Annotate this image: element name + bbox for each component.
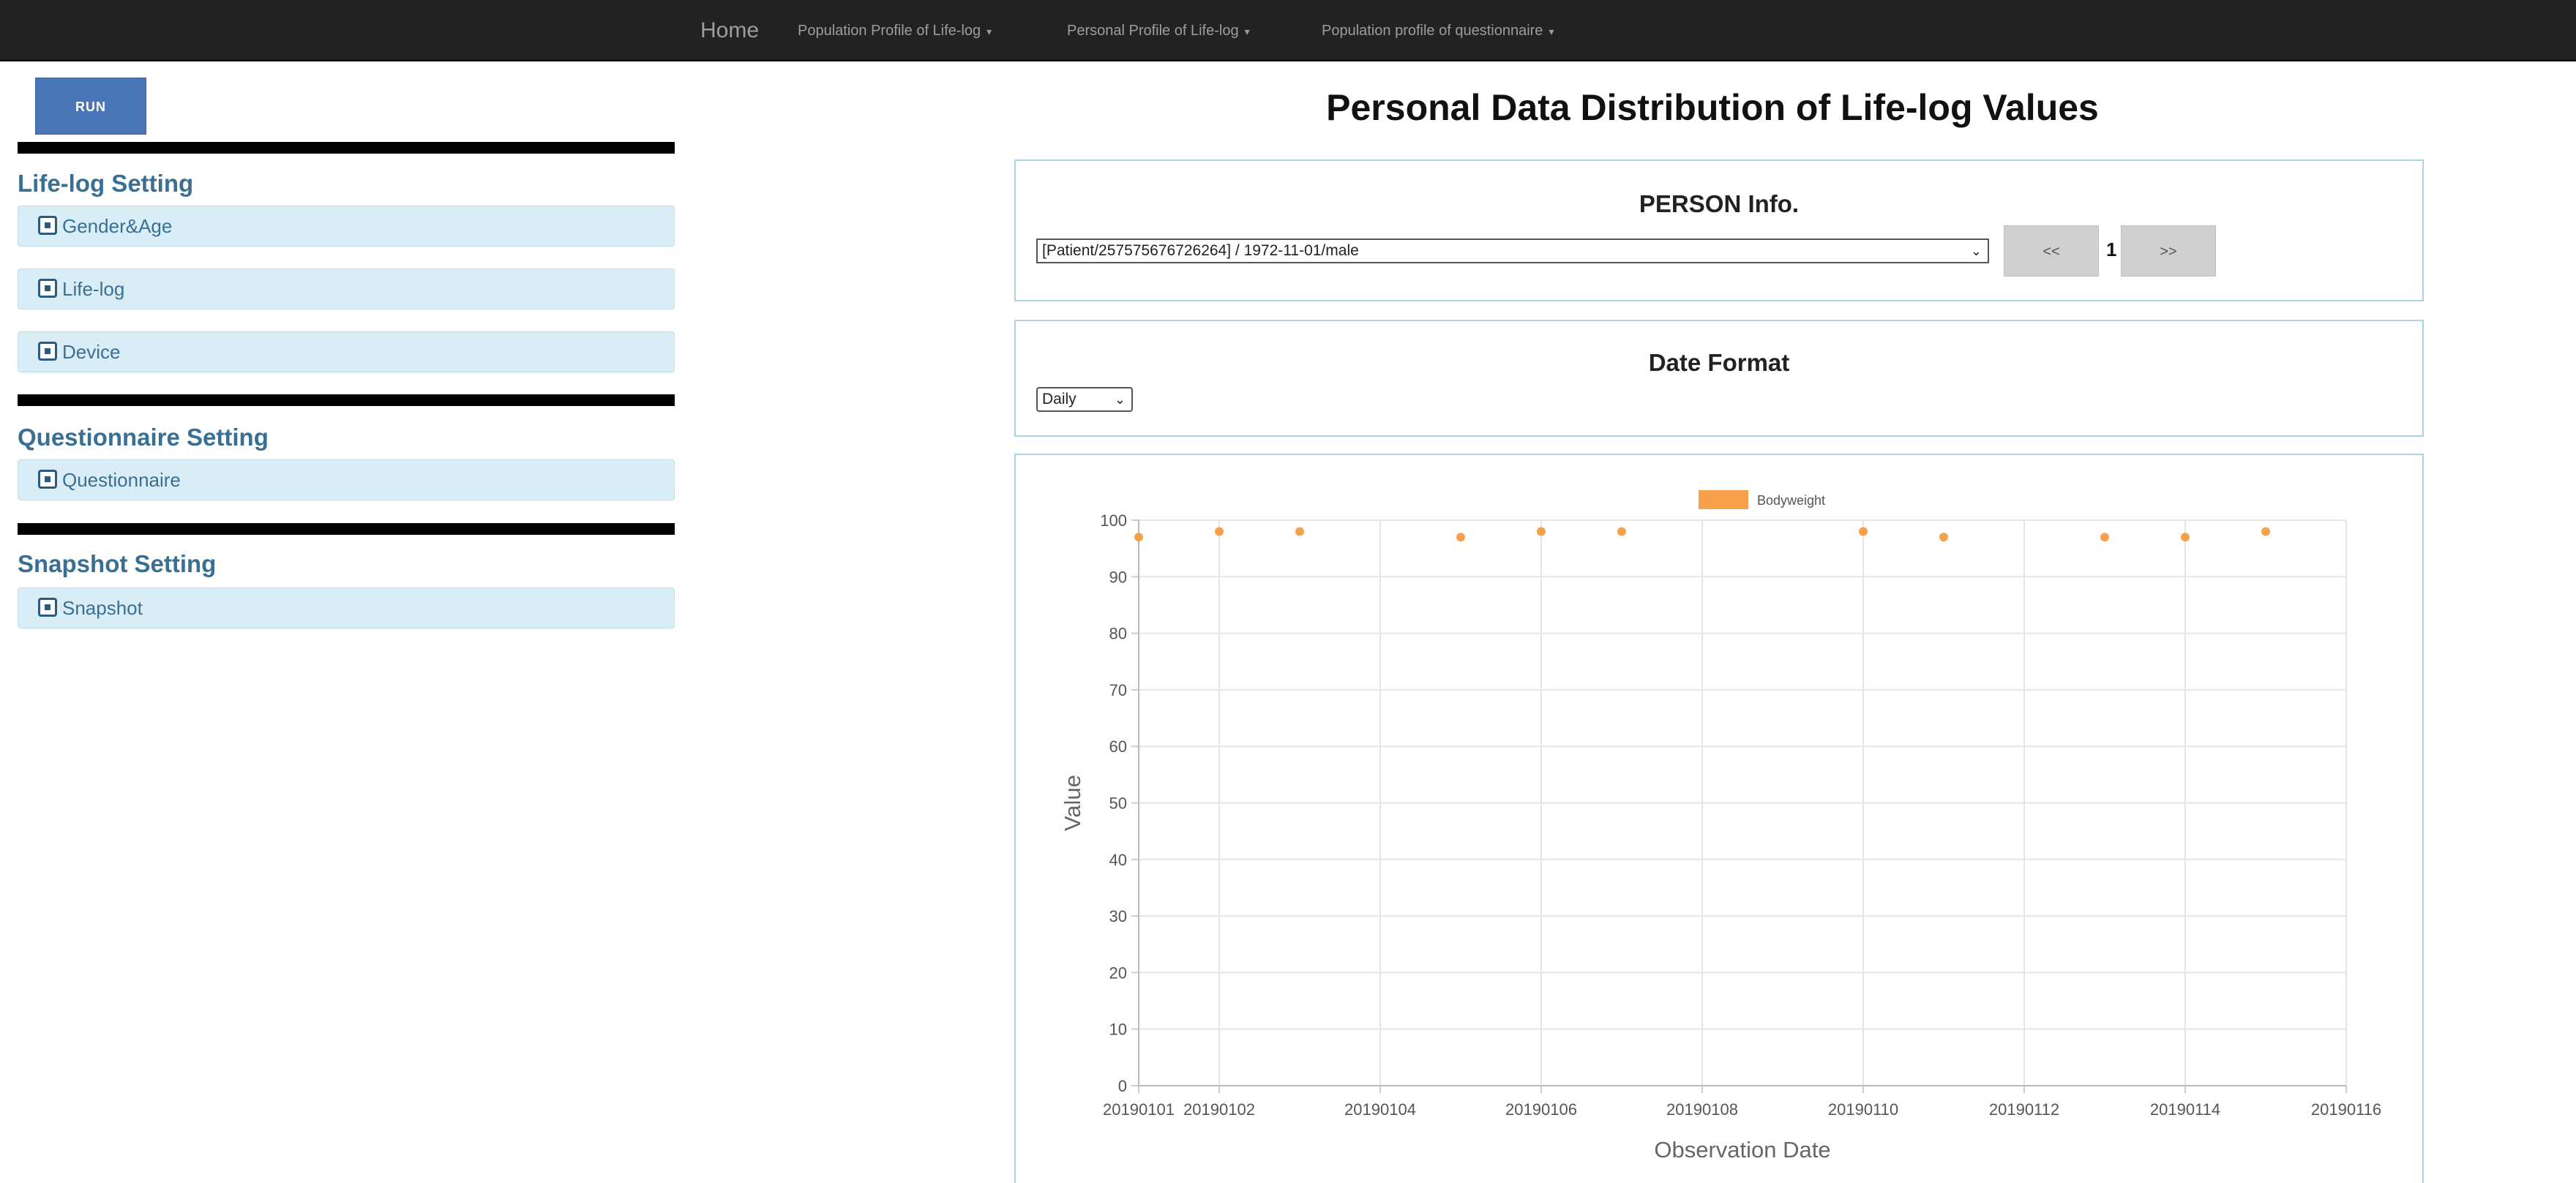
x-tick-label: 20190102 <box>1183 1100 1255 1119</box>
nav-personal-lifelog-label: Personal Profile of Life-log <box>1067 23 1239 39</box>
data-point <box>1295 527 1304 536</box>
run-button[interactable]: RUN <box>35 78 146 135</box>
accordion-questionnaire[interactable]: Questionnaire <box>18 459 675 500</box>
x-tick-label: 20190106 <box>1505 1100 1577 1119</box>
y-tick-label: 0 <box>1118 1077 1127 1095</box>
nav-population-questionnaire-label: Population profile of questionnaire <box>1322 23 1543 39</box>
page-title: Personal Data Distribution of Life-log V… <box>1326 87 2099 128</box>
data-point <box>2181 533 2190 542</box>
y-tick-label: 60 <box>1109 737 1127 756</box>
y-tick-label: 30 <box>1109 907 1127 925</box>
data-point <box>1939 533 1948 542</box>
x-tick-label: 20190110 <box>1828 1100 1898 1119</box>
expand-icon <box>38 342 57 361</box>
data-point <box>1456 533 1465 542</box>
nav-personal-lifelog-dropdown[interactable]: Personal Profile of Life-log ▾ <box>1067 15 1250 47</box>
data-point <box>1859 527 1868 536</box>
y-tick-label: 70 <box>1109 681 1127 699</box>
date-format-select[interactable]: Daily ⌄ <box>1036 387 1133 412</box>
prev-page-button[interactable]: << <box>2004 225 2099 277</box>
y-axis-title: Value <box>1060 775 1085 831</box>
accordion-label: Questionnaire <box>62 469 181 491</box>
x-tick-label: 20190108 <box>1666 1100 1738 1119</box>
section-divider <box>18 142 675 154</box>
expand-icon <box>38 598 57 617</box>
x-tick-label: 20190101 <box>1103 1100 1175 1119</box>
accordion-label: Life-log <box>62 278 125 300</box>
chevron-down-icon: ⌄ <box>1114 392 1126 407</box>
person-select-value: [Patient/257575676726264] / 1972-11-01/m… <box>1042 242 1359 259</box>
date-format-heading: Date Format <box>1648 349 1790 376</box>
data-point <box>1537 527 1546 536</box>
questionnaire-setting-title: Questionnaire Setting <box>18 424 269 451</box>
x-tick-label: 20190112 <box>1989 1100 2059 1119</box>
data-point <box>1134 533 1143 542</box>
expand-icon <box>38 470 57 489</box>
x-axis-title: Observation Date <box>1654 1137 1830 1163</box>
snapshot-setting-title: Snapshot Setting <box>18 550 217 577</box>
next-page-button[interactable]: >> <box>2121 225 2216 277</box>
y-tick-label: 50 <box>1109 795 1127 813</box>
x-tick-label: 20190104 <box>1344 1100 1416 1119</box>
caret-down-icon: ▾ <box>1549 25 1554 37</box>
top-navbar: Home Population Profile of Life-log ▾ Per… <box>0 0 2576 61</box>
nav-population-lifelog-dropdown[interactable]: Population Profile of Life-log ▾ <box>798 15 992 47</box>
person-select[interactable]: [Patient/257575676726264] / 1972-11-01/m… <box>1036 239 1989 263</box>
nav-population-lifelog-label: Population Profile of Life-log <box>798 23 981 39</box>
date-format-value: Daily <box>1042 391 1077 408</box>
accordion-lifelog[interactable]: Life-log <box>18 268 675 309</box>
lifelog-setting-title: Life-log Setting <box>18 170 194 197</box>
y-tick-label: 80 <box>1109 625 1127 643</box>
y-tick-label: 100 <box>1100 511 1127 530</box>
person-info-heading: PERSON Info. <box>1639 190 1800 217</box>
y-tick-label: 20 <box>1109 964 1127 982</box>
data-point <box>1215 527 1224 536</box>
accordion-label: Snapshot <box>62 597 143 619</box>
scatter-chart: 0 10 20 30 40 50 60 70 80 90 100 20190101 20190102 20… <box>1060 490 2381 1163</box>
caret-down-icon: ▾ <box>986 25 992 37</box>
section-divider <box>18 523 675 535</box>
accordion-device[interactable]: Device <box>18 331 675 372</box>
data-point <box>2261 527 2270 536</box>
legend-swatch <box>1699 490 1748 509</box>
accordion-label: Gender&Age <box>62 215 173 237</box>
x-tick-label: 20190116 <box>2311 1100 2381 1119</box>
y-tick-label: 90 <box>1109 568 1127 586</box>
y-tick-label: 10 <box>1109 1021 1127 1039</box>
accordion-label: Device <box>62 341 121 363</box>
data-point <box>1617 527 1626 536</box>
caret-down-icon: ▾ <box>1244 25 1250 37</box>
accordion-gender-age[interactable]: Gender&Age <box>18 206 675 247</box>
x-tick-label: 20190114 <box>2150 1100 2220 1119</box>
page-number: 1 <box>2106 239 2117 260</box>
legend-label: Bodyweight <box>1757 493 1825 508</box>
date-format-panel: Date Format Daily ⌄ <box>1014 320 2424 437</box>
expand-icon <box>38 279 57 298</box>
nav-population-questionnaire-dropdown[interactable]: Population profile of questionnaire ▾ <box>1322 15 1554 47</box>
y-tick-label: 40 <box>1109 851 1127 869</box>
section-divider <box>18 394 675 406</box>
chart-panel: 0 10 20 30 40 50 60 70 80 90 100 20190101 20190102 20… <box>1014 454 2424 1183</box>
data-point <box>2100 533 2109 542</box>
expand-icon <box>38 216 57 235</box>
person-info-panel: PERSON Info. [Patient/257575676726264] /… <box>1014 159 2424 301</box>
accordion-snapshot[interactable]: Snapshot <box>18 587 675 628</box>
nav-home-link[interactable]: Home <box>700 15 759 47</box>
chevron-down-icon: ⌄ <box>1970 244 1982 258</box>
